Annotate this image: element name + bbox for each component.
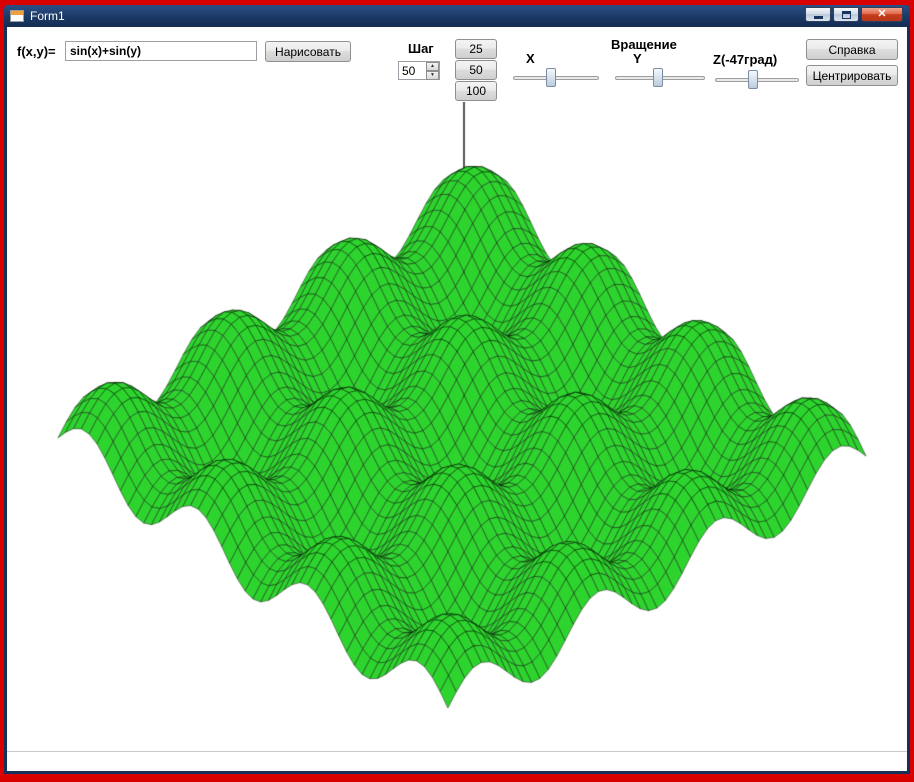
slider-z-thumb[interactable] [748, 70, 758, 89]
caption-buttons: ✕ [805, 7, 903, 22]
function-input[interactable] [65, 41, 257, 61]
screen: { "window": { "title": "Form1" }, "toolb… [0, 0, 914, 782]
step-preset-50-button[interactable]: 50 [455, 60, 497, 80]
rotation-header-label: Вращение [611, 37, 677, 52]
close-button[interactable]: ✕ [861, 7, 903, 22]
close-icon: ✕ [877, 9, 886, 20]
client-area: f(x,y)= Нарисовать Шаг ▲ ▼ 25 50 100 X В… [7, 27, 907, 771]
slider-z-label: Z(-47град) [713, 52, 777, 67]
center-button[interactable]: Центрировать [806, 65, 898, 86]
slider-x-track [513, 76, 599, 80]
window-title: Form1 [30, 9, 65, 23]
maximize-button[interactable] [833, 7, 859, 22]
step-spin-up-icon[interactable]: ▲ [426, 62, 439, 71]
step-numeric-updown: ▲ ▼ [398, 61, 440, 80]
step-preset-25-button[interactable]: 25 [455, 39, 497, 59]
step-label: Шаг [408, 41, 434, 56]
form-icon [10, 10, 24, 22]
slider-x-label: X [526, 51, 535, 66]
minimize-icon [814, 16, 823, 19]
step-preset-100-button[interactable]: 100 [455, 81, 497, 101]
surface-plot-canvas [7, 102, 907, 750]
slider-x[interactable] [511, 67, 601, 89]
app-window: Form1 ✕ f(x,y)= Нарисовать Шаг ▲ ▼ 25 50… [4, 5, 910, 774]
slider-y[interactable] [613, 67, 707, 89]
maximize-icon [842, 11, 851, 19]
slider-z[interactable] [713, 69, 801, 91]
slider-y-thumb[interactable] [653, 68, 663, 87]
slider-x-thumb[interactable] [546, 68, 556, 87]
title-bar[interactable]: Form1 ✕ [4, 5, 910, 27]
step-spin-down-icon[interactable]: ▼ [426, 71, 439, 80]
slider-y-label: Y [633, 51, 642, 66]
help-button[interactable]: Справка [806, 39, 898, 60]
draw-button[interactable]: Нарисовать [265, 41, 351, 62]
minimize-button[interactable] [805, 7, 831, 22]
bottom-divider [7, 751, 907, 752]
step-value-input[interactable] [399, 62, 426, 79]
function-label: f(x,y)= [17, 44, 56, 59]
step-spinner: ▲ ▼ [426, 62, 439, 79]
